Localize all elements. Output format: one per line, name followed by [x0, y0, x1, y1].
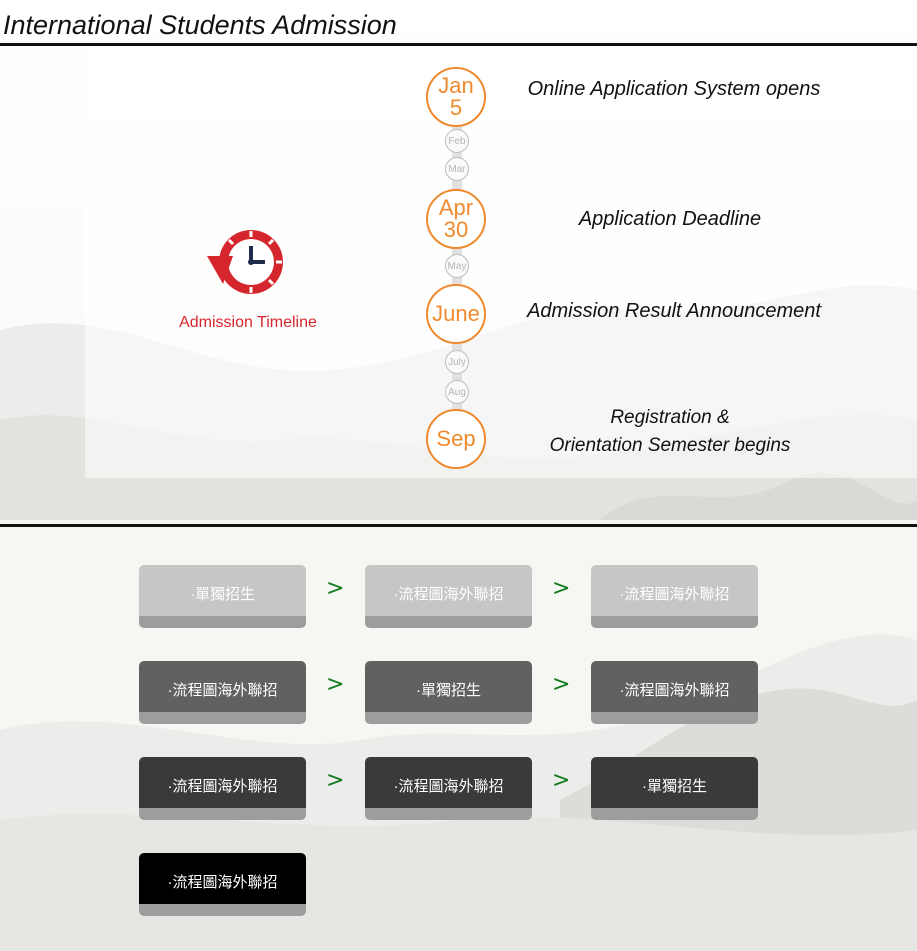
flow-button-independent-admission[interactable]: ·單獨招生: [365, 661, 532, 724]
flow-button-overseas-joint-admission[interactable]: ·流程圖海外聯招: [139, 853, 306, 916]
month-marker-july: July: [445, 350, 469, 374]
month-marker-sep: Sep: [426, 409, 486, 469]
flow-arrow: >: [326, 576, 345, 601]
month-marker-aug: Aug: [445, 380, 469, 404]
flow-button-overseas-joint-admission[interactable]: ·流程圖海外聯招: [365, 565, 532, 628]
event-application-deadline: Application Deadline: [578, 208, 762, 230]
clock-reset-icon: [205, 226, 291, 298]
timeline-caption: Admission Timeline: [179, 314, 317, 331]
flow-button-overseas-joint-admission[interactable]: ·流程圖海外聯招: [139, 757, 306, 820]
flow-arrow: >: [552, 768, 571, 793]
month-marker-apr-30: Apr 30: [426, 189, 486, 249]
section-divider: [0, 524, 917, 527]
flow-button-overseas-joint-admission[interactable]: ·流程圖海外聯招: [365, 757, 532, 820]
flow-button-independent-admission[interactable]: ·單獨招生: [139, 565, 306, 628]
title-divider: [0, 43, 917, 46]
month-marker-mar: Mar: [445, 157, 469, 181]
month-marker-may: May: [445, 254, 469, 278]
event-application-opens: Online Application System opens: [527, 78, 821, 100]
flow-arrow: >: [326, 672, 345, 697]
flow-arrow: >: [552, 576, 571, 601]
flow-arrow: >: [552, 672, 571, 697]
month-marker-feb: Feb: [445, 129, 469, 153]
event-registration-line2: Orientation Semester begins: [549, 435, 791, 456]
month-marker-jan-5: Jan 5: [426, 67, 486, 127]
flow-arrow: >: [326, 768, 345, 793]
event-admission-result: Admission Result Announcement: [527, 300, 821, 322]
month-marker-june: June: [426, 284, 486, 344]
flow-button-overseas-joint-admission[interactable]: ·流程圖海外聯招: [591, 565, 758, 628]
flow-button-overseas-joint-admission[interactable]: ·流程圖海外聯招: [591, 661, 758, 724]
event-registration-line1: Registration &: [610, 407, 730, 428]
page-title: International Students Admission: [3, 10, 397, 40]
flow-button-overseas-joint-admission[interactable]: ·流程圖海外聯招: [139, 661, 306, 724]
flow-button-independent-admission[interactable]: ·單獨招生: [591, 757, 758, 820]
event-registration: Registration & Orientation Semester begi…: [506, 404, 834, 460]
